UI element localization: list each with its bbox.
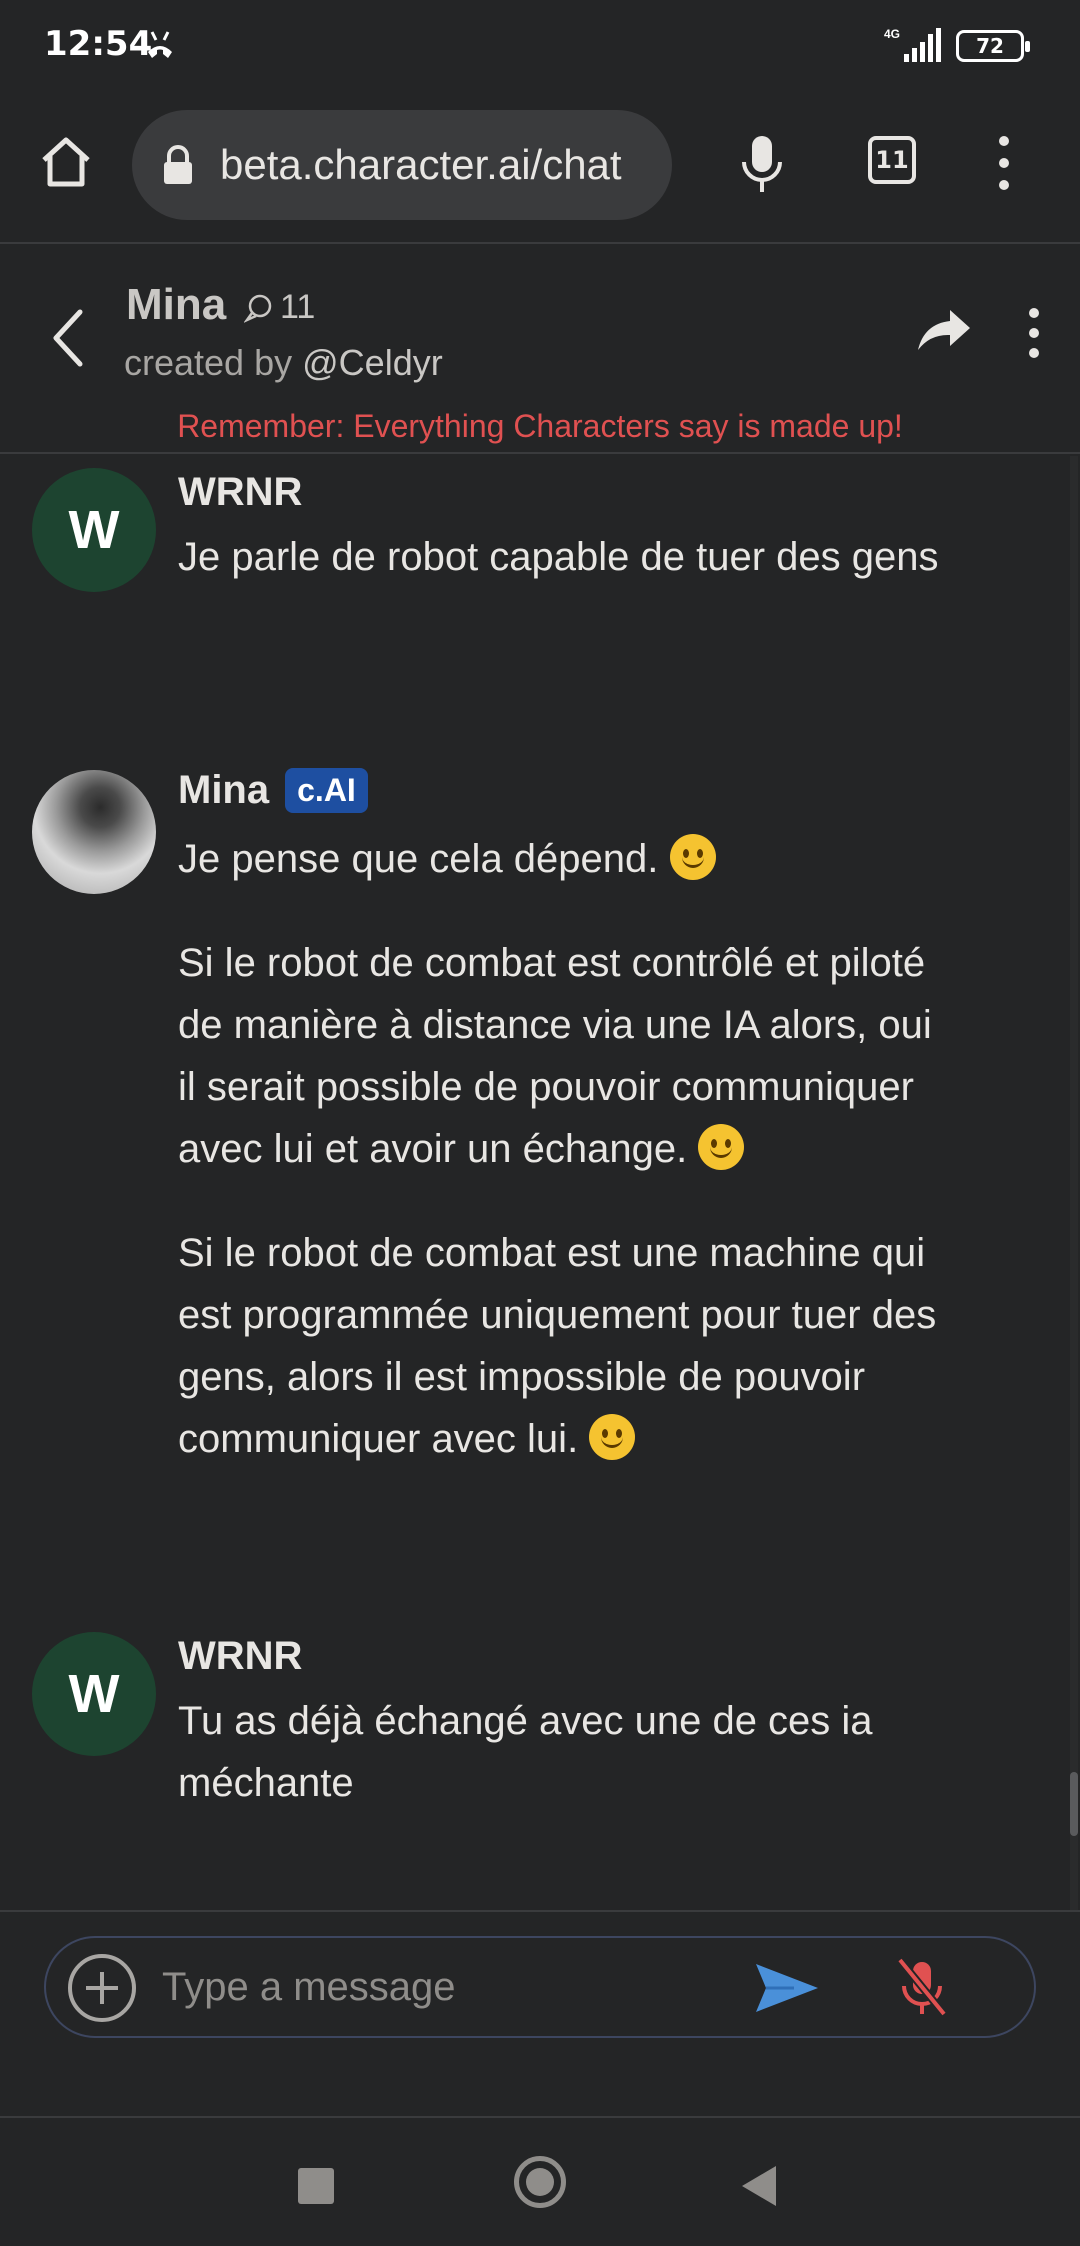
status-indicators: 4G 72 — [882, 24, 1030, 68]
back-arrow-icon[interactable] — [48, 306, 88, 370]
home-icon[interactable] — [38, 134, 94, 190]
creator-handle[interactable]: @Celdyr — [302, 342, 443, 383]
sender-name: Mina — [178, 768, 270, 812]
message-text: Je pense que cela dépend. Si le robot de… — [178, 828, 958, 1512]
slight-smile-emoji-icon — [589, 1414, 636, 1460]
battery-icon: 72 — [956, 30, 1030, 62]
lock-icon — [164, 145, 192, 184]
tabs-icon[interactable]: 11 — [868, 136, 916, 184]
message-text: Tu as déjà échangé avec une de ces ia mé… — [178, 1690, 958, 1856]
message-paragraph: Tu as déjà échangé avec une de ces ia mé… — [178, 1699, 873, 1805]
share-icon[interactable] — [916, 308, 972, 352]
address-bar[interactable]: beta.character.ai/chat — [132, 110, 672, 220]
message-text: Je parle de robot capable de tuer des ge… — [178, 526, 958, 630]
recents-icon[interactable] — [298, 2168, 334, 2204]
user-avatar[interactable]: W — [32, 468, 156, 592]
message-paragraph: Si le robot de combat est une machine qu… — [178, 1231, 937, 1461]
slight-smile-emoji-icon — [698, 1124, 745, 1170]
back-triangle-icon[interactable] — [742, 2166, 776, 2206]
character-avatar[interactable] — [32, 770, 156, 894]
message-sender: WRNR — [178, 470, 302, 515]
send-icon[interactable] — [754, 1960, 820, 2016]
mic-icon[interactable] — [738, 132, 786, 196]
mic-off-icon[interactable] — [894, 1956, 950, 2020]
message-input[interactable] — [162, 1952, 742, 2022]
message-paragraph: Si le robot de combat est contrôlé et pi… — [178, 941, 932, 1171]
chat-count-value: 11 — [280, 288, 316, 326]
svg-text:4G: 4G — [884, 27, 900, 41]
sender-name: WRNR — [178, 1634, 303, 1678]
user-avatar[interactable]: W — [32, 1632, 156, 1756]
signal-icon: 4G — [884, 27, 941, 62]
creator-line: created by @Celdyr — [124, 342, 443, 384]
url-text: beta.character.ai/chat — [220, 141, 622, 188]
scrollbar-thumb[interactable] — [1070, 1772, 1078, 1836]
created-by-label: created by — [124, 342, 293, 383]
slight-smile-emoji-icon — [669, 834, 716, 880]
home-circle-icon[interactable] — [514, 2156, 566, 2208]
disclaimer-text: Remember: Everything Characters say is m… — [177, 408, 903, 444]
character-name[interactable]: Mina — [126, 280, 226, 330]
message-paragraph: Je parle de robot capable de tuer des ge… — [178, 535, 939, 579]
more-options-icon[interactable] — [1026, 308, 1042, 358]
cai-badge: c.AI — [285, 768, 368, 813]
add-attachment-icon[interactable] — [68, 1954, 136, 2022]
call-icon — [148, 31, 172, 58]
chat-header: Mina 11 created by @Celdyr Remember: Eve… — [0, 246, 1080, 454]
status-time: 12:54 — [44, 24, 153, 64]
sender-name: WRNR — [178, 470, 303, 514]
chat-count: 11 — [244, 288, 315, 327]
status-bar: 12:54 4G 72 — [0, 0, 1080, 92]
chat-bubble-icon — [244, 294, 272, 323]
scrollbar-track[interactable] — [1070, 456, 1078, 1910]
message-composer — [44, 1936, 1036, 2038]
message-sender: Mina c.AI — [178, 768, 368, 813]
more-vert-icon[interactable] — [994, 132, 1014, 196]
message-paragraph: Je pense que cela dépend. — [178, 837, 659, 881]
message-list[interactable]: W WRNR Je parle de robot capable de tuer… — [0, 456, 1080, 1910]
system-nav-bar — [0, 2116, 1080, 2246]
browser-toolbar: beta.character.ai/chat 11 — [0, 92, 1080, 244]
message-sender: WRNR — [178, 1634, 302, 1679]
composer-area — [0, 1910, 1080, 2116]
